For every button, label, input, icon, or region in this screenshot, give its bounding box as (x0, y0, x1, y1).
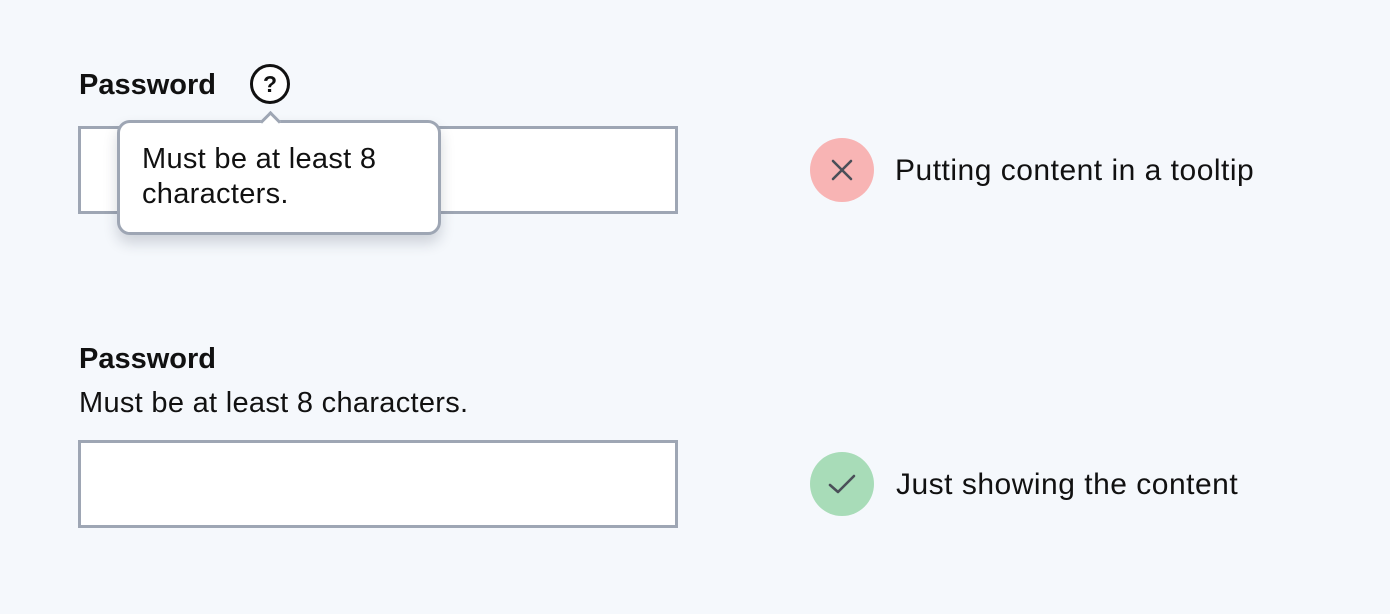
password-hint: Must be at least 8 characters. (79, 387, 469, 419)
password-label: Password (79, 343, 216, 375)
tooltip: Must be at least 8 characters. (117, 110, 441, 235)
question-circle-icon[interactable]: ? (250, 64, 290, 104)
password-label: Password (79, 69, 216, 101)
verdict-text-bad: Putting content in a tooltip (895, 154, 1255, 187)
verdict-text-good: Just showing the content (896, 468, 1239, 501)
tooltip-text: Must be at least 8 characters. (142, 143, 377, 210)
checkmark-icon (828, 474, 856, 494)
status-badge-good (810, 452, 874, 516)
help-glyph: ? (262, 70, 278, 97)
x-icon (831, 159, 853, 181)
tooltip-body: Must be at least 8 characters. (117, 120, 441, 235)
status-badge-bad (810, 138, 874, 202)
password-input[interactable] (78, 440, 678, 528)
